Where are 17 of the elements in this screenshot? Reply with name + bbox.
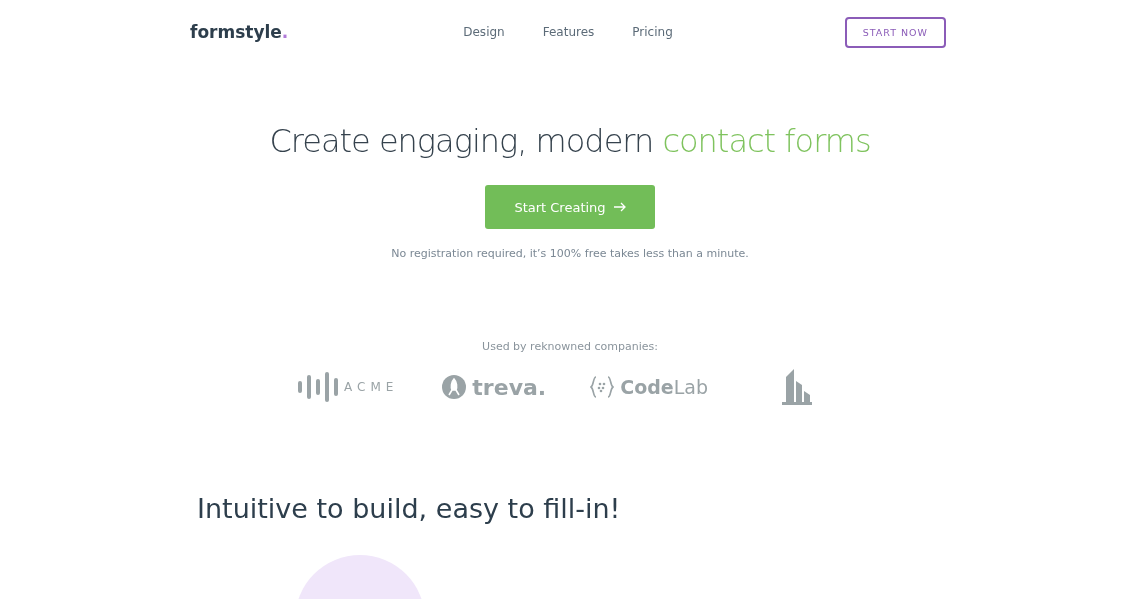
nav-link[interactable]: Pricing [632,25,673,39]
brand-logo[interactable]: formstyle. [190,22,289,42]
company-name: ACME [344,380,399,394]
sound-bars-icon [298,372,339,402]
companies-caption: Used by reknowned companies: [482,340,658,353]
nav-link[interactable]: Features [542,25,595,39]
braces-dots-icon [590,376,615,398]
arrow-right-icon [613,202,626,212]
building-icon [781,369,812,405]
hero-headline: Create engaging, modern contact forms [269,122,871,160]
start-now-button[interactable]: START NOW [844,16,946,48]
section-title: Intuitive to build, easy to fill-in! [197,493,622,524]
hero-note: No registration required, it’s 100% free takes less than a minute. [391,247,749,260]
rocket-circle-icon [442,375,467,399]
company-name: treva. [472,374,547,400]
company-name: CodeLab [620,376,708,398]
nav-link[interactable]: Design [463,25,505,39]
